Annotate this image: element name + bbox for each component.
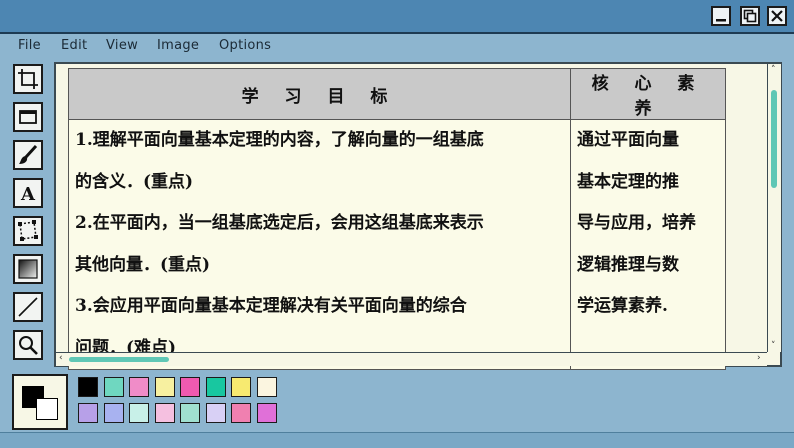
goal-line: 其他向量．(重点) bbox=[75, 254, 211, 275]
color-swatch[interactable] bbox=[205, 377, 226, 397]
gradient-icon bbox=[18, 259, 38, 279]
vertical-scrollbar[interactable]: ˄ ˅ bbox=[767, 64, 781, 352]
title-bar bbox=[0, 0, 794, 34]
close-button[interactable] bbox=[767, 6, 787, 26]
toolbox: A bbox=[10, 62, 50, 372]
horizontal-scrollbar[interactable]: ‹ › bbox=[56, 352, 767, 366]
scroll-down-icon[interactable]: ˅ bbox=[771, 342, 776, 351]
minimize-icon bbox=[716, 19, 726, 22]
scroll-right-icon[interactable]: › bbox=[757, 354, 761, 363]
color-swatch[interactable] bbox=[180, 403, 200, 423]
line-tool[interactable] bbox=[13, 292, 43, 322]
scroll-up-icon[interactable]: ˄ bbox=[771, 66, 776, 75]
color-swatch[interactable] bbox=[103, 403, 124, 423]
color-swatch[interactable] bbox=[231, 377, 251, 397]
menu-file[interactable]: File bbox=[18, 38, 41, 53]
color-swatch[interactable] bbox=[256, 403, 277, 423]
current-colors[interactable] bbox=[12, 374, 68, 430]
goal-line: 的含义．(重点) bbox=[75, 171, 194, 192]
table-row: 1.理解平面向量基本定理的内容，了解向量的一组基底 的含义．(重点) 2.在平面… bbox=[68, 119, 726, 370]
free-select-icon bbox=[18, 220, 38, 241]
goal-line: 2.在平面内，当一组基底选定后，会用这组基底来表示 bbox=[75, 213, 484, 233]
literacy-line: 学运算素养. bbox=[577, 296, 668, 316]
literacy-line: 导与应用，培养 bbox=[577, 213, 696, 233]
brush-tool[interactable] bbox=[13, 140, 43, 170]
crop-icon bbox=[18, 69, 38, 89]
color-swatch[interactable] bbox=[154, 377, 175, 397]
header-learning-goals: 学 习 目 标 bbox=[68, 68, 571, 120]
vertical-scroll-thumb[interactable] bbox=[771, 90, 777, 188]
magnifier-tool[interactable] bbox=[13, 330, 43, 360]
minimize-button[interactable] bbox=[711, 6, 731, 26]
background-color[interactable] bbox=[36, 398, 58, 420]
color-swatch[interactable] bbox=[78, 377, 98, 397]
table-header-row: 学 习 目 标 核 心 素 养 bbox=[68, 68, 726, 120]
core-literacy-cell: 通过平面向量 基本定理的推 导与应用，培养 逻辑推理与数 学运算素养. bbox=[570, 119, 726, 370]
menu-options[interactable]: Options bbox=[219, 38, 271, 53]
literacy-line: 逻辑推理与数 bbox=[577, 254, 679, 275]
goal-line: 3.会应用平面向量基本定理解决有关平面向量的综合 bbox=[75, 296, 467, 316]
color-swatch[interactable] bbox=[129, 403, 149, 423]
header-core-literacy: 核 心 素 养 bbox=[570, 68, 726, 120]
line-icon bbox=[18, 297, 38, 317]
goal-line: 1.理解平面向量基本定理的内容，了解向量的一组基底 bbox=[75, 130, 484, 150]
horizontal-scroll-thumb[interactable] bbox=[69, 357, 169, 362]
menu-edit[interactable]: Edit bbox=[61, 38, 87, 53]
goals-table: 学 习 目 标 核 心 素 养 1.理解平面向量基本定理的内容，了解向量的一组基… bbox=[68, 68, 726, 370]
rectangle-select-icon bbox=[19, 110, 37, 124]
menu-view[interactable]: View bbox=[106, 38, 138, 53]
color-swatch[interactable] bbox=[103, 377, 124, 397]
color-swatch[interactable] bbox=[231, 403, 251, 423]
menu-bar: File Edit View Image Options bbox=[0, 34, 794, 58]
text-icon: A bbox=[20, 184, 36, 205]
maximize-button[interactable] bbox=[740, 6, 760, 26]
status-bar bbox=[0, 432, 794, 448]
literacy-line: 基本定理的推 bbox=[577, 171, 679, 192]
menu-image[interactable]: Image bbox=[157, 38, 199, 53]
brush-icon bbox=[19, 144, 38, 164]
free-select-tool[interactable] bbox=[13, 216, 43, 246]
maximize-icon bbox=[743, 9, 757, 23]
svg-text:A: A bbox=[20, 184, 36, 205]
literacy-line: 通过平面向量 bbox=[577, 130, 679, 150]
crop-tool[interactable] bbox=[13, 64, 43, 94]
color-swatch[interactable] bbox=[180, 377, 200, 397]
close-icon bbox=[771, 10, 783, 22]
color-swatch[interactable] bbox=[154, 403, 175, 423]
scroll-left-icon[interactable]: ‹ bbox=[59, 354, 63, 363]
rectangle-select-tool[interactable] bbox=[13, 102, 43, 132]
color-swatch[interactable] bbox=[256, 377, 277, 397]
text-tool[interactable]: A bbox=[13, 178, 43, 208]
color-swatch[interactable] bbox=[78, 403, 98, 423]
gradient-tool[interactable] bbox=[13, 254, 43, 284]
magnifier-icon bbox=[19, 336, 38, 355]
learning-goals-cell: 1.理解平面向量基本定理的内容，了解向量的一组基底 的含义．(重点) 2.在平面… bbox=[68, 119, 571, 370]
color-swatch[interactable] bbox=[205, 403, 226, 423]
color-swatch[interactable] bbox=[129, 377, 149, 397]
